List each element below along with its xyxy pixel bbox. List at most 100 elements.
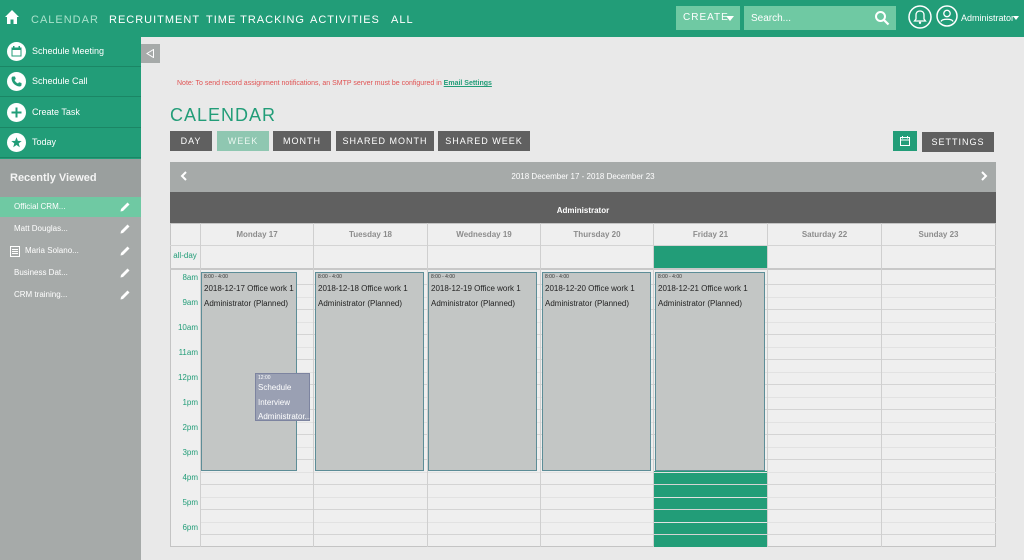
collapse-sidebar-button[interactable] [141,44,160,63]
grid-column-line [540,223,541,547]
email-settings-link[interactable]: Email Settings [444,80,492,87]
recent-item[interactable]: CRM training... [0,285,141,305]
calendar-header: 2018 December 17 - 2018 December 23 [170,162,996,192]
user-menu-name[interactable]: Administrator [961,13,1014,23]
recent-item-label: Official CRM... [14,202,66,211]
search-input[interactable] [744,6,870,30]
document-icon [10,246,20,257]
collapse-arrow-icon [146,49,154,58]
day-header[interactable]: Wednesday 19 [428,223,540,245]
nav-calendar[interactable]: CALENDAR [31,14,99,26]
nav-time-tracking[interactable]: TIME TRACKING [206,14,305,26]
calendar-icon [900,136,910,146]
nav-all[interactable]: ALL [391,14,414,26]
event-title: 2018-12-17 Office work 1 [204,284,294,293]
shared-month-button[interactable]: SHARED MONTH [336,131,434,151]
next-arrow-icon[interactable] [978,170,990,182]
search-box [744,6,896,30]
hour-label: 3pm [182,448,198,457]
pencil-icon[interactable] [120,246,130,256]
today-button[interactable]: Today [0,128,141,158]
event-title: 2018-12-20 Office work 1 [545,284,635,293]
pencil-icon[interactable] [120,290,130,300]
hour-label: 5pm [182,498,198,507]
event-title: 2018-12-18 Office work 1 [318,284,408,293]
create-task-button[interactable]: Create Task [0,98,141,128]
day-header[interactable]: Friday 21 [654,223,767,245]
month-view-button[interactable]: MONTH [273,131,331,151]
user-avatar-icon[interactable] [936,5,958,27]
recent-item[interactable]: Official CRM... [0,197,141,217]
calendar-event[interactable]: 8:00 - 4:00 2018-12-21 Office work 1 Adm… [655,272,765,471]
recent-item[interactable]: Maria Solano... [0,241,141,261]
calendar-event[interactable]: 8:00 - 4:00 2018-12-18 Office work 1 Adm… [315,272,424,471]
calendar-event[interactable]: 8:00 - 4:00 2018-12-19 Office work 1 Adm… [428,272,537,471]
grid-column-line [313,223,314,547]
hour-label: 2pm [182,423,198,432]
hour-label: 12pm [177,373,198,382]
calendar-icon [7,42,26,61]
search-icon[interactable] [874,10,890,26]
schedule-meeting-button[interactable]: Schedule Meeting [0,37,141,67]
grid-line [170,245,996,246]
home-icon[interactable] [4,9,20,25]
create-task-label: Create Task [32,107,80,117]
phone-icon [7,72,26,91]
recent-item[interactable]: Matt Douglas... [0,219,141,239]
calendar-event[interactable]: 8:00 - 4:00 2018-12-17 Office work 1 Adm… [201,272,297,471]
grid-line [170,268,996,270]
day-header[interactable]: Saturday 22 [768,223,881,245]
grid-column-line [881,223,882,547]
grid-line [200,522,996,523]
notification-bell-icon[interactable] [908,5,932,29]
hour-label: 1pm [182,398,198,407]
quick-actions: Schedule Meeting Schedule Call Create Ta… [0,37,141,159]
recent-item-label: Maria Solano... [25,246,79,255]
caret-down-icon [726,16,734,21]
grid-column-line [653,223,654,547]
event-time: 8:00 - 4:00 [318,274,342,280]
day-header[interactable]: Sunday 23 [882,223,995,245]
hour-label: 8am [182,273,198,282]
day-header[interactable]: Monday 17 [201,223,313,245]
event-line: Interview [258,398,291,407]
recently-viewed-header: Recently Viewed [0,159,141,197]
event-line: Administrator... [258,412,312,421]
calendar-event[interactable]: 8:00 - 4:00 2018-12-20 Office work 1 Adm… [542,272,651,471]
schedule-meeting-label: Schedule Meeting [32,46,105,56]
smtp-note: Note: To send record assignment notifica… [177,80,492,87]
event-owner: Administrator (Planned) [431,299,516,308]
week-view-button[interactable]: WEEK [217,131,269,151]
day-header[interactable]: Tuesday 18 [314,223,427,245]
event-owner: Administrator (Planned) [545,299,630,308]
day-view-button[interactable]: DAY [170,131,212,151]
create-button[interactable]: CREATE [676,6,740,30]
resource-row: Administrator [170,192,996,223]
shared-week-button[interactable]: SHARED WEEK [438,131,530,151]
interview-event[interactable]: 12:00 Schedule Interview Administrator..… [255,373,312,421]
star-icon [7,133,26,152]
schedule-call-button[interactable]: Schedule Call [0,67,141,97]
event-owner: Administrator (Planned) [318,299,403,308]
nav-activities[interactable]: ACTIVITIES [310,14,380,26]
nav-recruitment[interactable]: RECRUITMENT [109,14,200,26]
hour-label: 6pm [182,523,198,532]
calendar-picker-button[interactable] [893,131,917,151]
settings-button[interactable]: SETTINGS [922,132,994,152]
pencil-icon[interactable] [120,224,130,234]
hour-label: 4pm [182,473,198,482]
grid-line [200,509,996,510]
recent-item-label: CRM training... [14,290,68,299]
day-header[interactable]: Thursday 20 [541,223,653,245]
pencil-icon[interactable] [120,202,130,212]
pencil-icon[interactable] [120,268,130,278]
grid-column-line [767,223,768,547]
event-title: 2018-12-21 Office work 1 [658,284,748,293]
event-time: 8:00 - 4:00 [658,274,682,280]
recent-item[interactable]: Business Dat... [0,263,141,283]
smtp-note-text: Note: To send record assignment notifica… [177,80,442,87]
recent-item-label: Business Dat... [14,268,68,277]
grid-line [200,484,996,485]
user-caret-icon[interactable] [1013,16,1019,20]
all-day-label: all-day [173,251,197,260]
